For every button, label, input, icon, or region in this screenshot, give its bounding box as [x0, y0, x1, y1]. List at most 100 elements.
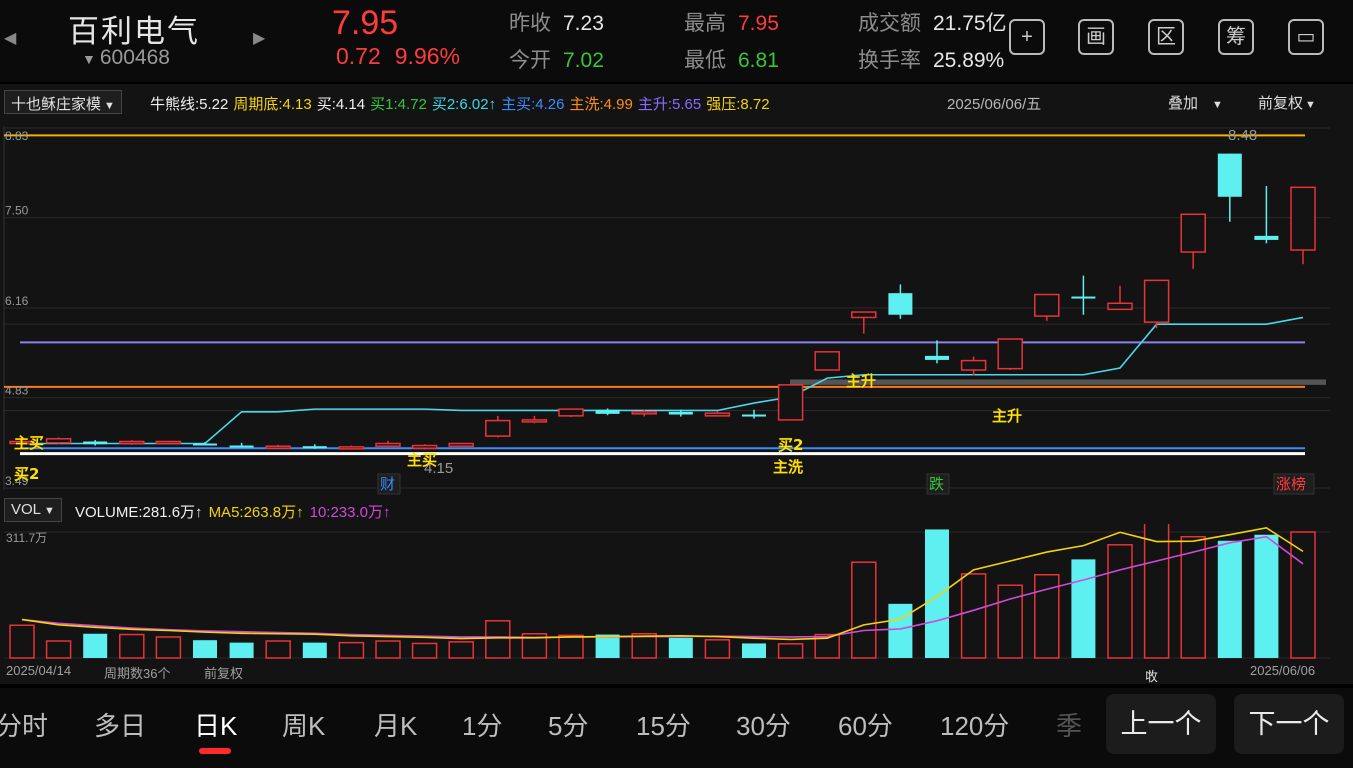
signal-label: 主升: [992, 407, 1022, 425]
tab-15min[interactable]: 15分: [636, 706, 691, 743]
candle-body: [1107, 302, 1133, 311]
volume-bar: [45, 640, 72, 659]
y-tick-label: 6.16: [5, 294, 29, 308]
prev-stock-arrow-icon[interactable]: ◀: [4, 28, 16, 48]
candle-body: [997, 338, 1023, 370]
volume-plot[interactable]: 311.7万: [0, 524, 1353, 660]
volume-bar: [375, 640, 401, 659]
change-percent: 9.96%: [394, 43, 460, 69]
volume-bar: [1254, 534, 1279, 658]
next-button[interactable]: 下一个: [1234, 694, 1344, 754]
next-stock-arrow-icon[interactable]: ▶: [253, 28, 265, 48]
indicator-bar: 十也稣庄家模 ▼ 牛熊线:5.22 周期底:4.13 买:4.14 买1:4.72 买2:…: [0, 84, 1353, 118]
candle-body: [411, 444, 438, 449]
open-label: 今开: [509, 49, 551, 72]
volume-bar: [668, 637, 693, 658]
current-price: 7.95: [332, 4, 399, 42]
volume-bar: [595, 634, 620, 658]
candle-body: [302, 446, 327, 449]
period-count: 周期数36个: [104, 666, 171, 681]
volume-bar: [302, 642, 327, 658]
low: 最低 6.81: [684, 44, 779, 74]
turnover-value: 21.75亿: [933, 12, 1007, 35]
candle-body: [119, 440, 145, 445]
candle-body: [521, 419, 548, 423]
y-tick-label: 8.83: [5, 129, 29, 143]
volume-bar: [888, 603, 913, 658]
signal-label: 买2: [778, 436, 803, 454]
overlay-button[interactable]: 叠加 ▼: [1168, 92, 1223, 113]
low-value: 6.81: [738, 49, 779, 72]
signal-label: 买2: [14, 465, 39, 483]
candle-body: [1034, 293, 1060, 317]
active-tab-indicator: [199, 748, 231, 754]
volume-bar: [119, 633, 145, 659]
tab-quarterly[interactable]: 季: [1056, 706, 1082, 743]
candle-body: [742, 414, 766, 417]
candle-body: [925, 355, 949, 360]
prev-button[interactable]: 上一个: [1106, 694, 1216, 754]
tab-weekly[interactable]: 周K: [282, 706, 325, 743]
volume-bar: [704, 639, 731, 659]
stock-header: ◀ 百利电气 ▼ 600468 ▶ 7.95 0.72 9.96% 昨收 7.23 今…: [0, 0, 1353, 82]
candle-body: [558, 408, 584, 417]
tab-30min[interactable]: 30分: [736, 706, 791, 743]
high-value: 7.95: [738, 12, 779, 35]
volume-bar: [83, 633, 108, 658]
volume-bar: [338, 641, 365, 659]
adjust-button[interactable]: 前复权 ▼: [1258, 92, 1316, 113]
volume-value: VOLUME:281.6万↑: [75, 504, 203, 521]
event-label: 跌: [929, 475, 944, 493]
volume-bar: [925, 529, 949, 658]
volume-bar: [193, 640, 217, 658]
candle-body: [45, 438, 72, 444]
add-watchlist-icon[interactable]: +: [1009, 19, 1045, 55]
overlay-label: 叠加: [1168, 95, 1199, 112]
rate-value: 25.89%: [933, 49, 1005, 72]
indicator-value: 买:4.14: [316, 96, 366, 113]
candle-body: [851, 311, 877, 319]
tab-daily[interactable]: 日K: [194, 706, 237, 743]
kline-plot[interactable]: 8.837.506.164.833.498.484.15主买买2主买买2主洗主升…: [0, 118, 1353, 496]
indicator-values: 牛熊线:5.22 周期底:4.13 买:4.14 买1:4.72 买2:6.02↑ 主买:…: [150, 93, 775, 114]
dropdown-icon: ▼: [104, 100, 115, 112]
tab-multiday[interactable]: 多日: [94, 706, 146, 743]
stock-code[interactable]: ▼ 600468: [82, 46, 170, 70]
tab-monthly[interactable]: 月K: [374, 706, 417, 743]
candle-body: [193, 443, 217, 446]
turnover-rate: 换手率 25.89%: [858, 44, 1004, 74]
indicator-value: 买1:4.72: [370, 96, 427, 113]
volume-select[interactable]: VOL ▼: [4, 498, 62, 522]
tab-intraday[interactable]: 分时: [0, 706, 48, 743]
signal-label: 主买: [14, 434, 44, 452]
landscape-icon[interactable]: ▭: [1288, 19, 1324, 55]
candle-body: [485, 419, 511, 437]
price-change: 0.72 9.96%: [336, 43, 460, 70]
stock-name: 百利电气: [68, 14, 200, 49]
tab-120min[interactable]: 120分: [940, 706, 1009, 743]
tab-60min[interactable]: 60分: [838, 706, 893, 743]
tab-1min[interactable]: 1分: [462, 706, 502, 743]
candle-body: [83, 441, 108, 445]
kline-chart-area[interactable]: 十也稣庄家模 ▼ 牛熊线:5.22 周期底:4.13 买:4.14 买1:4.72 买2:…: [0, 84, 1353, 741]
range-icon[interactable]: 区: [1148, 19, 1184, 55]
tab-5min[interactable]: 5分: [548, 706, 588, 743]
start-date: 2025/04/14: [6, 663, 72, 678]
candle-body: [1143, 279, 1170, 323]
candle-body: [595, 409, 620, 414]
candle-body: [960, 359, 987, 371]
indicator-value: 主升:5.65: [637, 96, 702, 113]
indicator-value: 买2:6.02↑: [431, 96, 497, 113]
prev-close-label: 昨收: [509, 12, 551, 35]
prev-close-value: 7.23: [563, 12, 604, 35]
draw-icon[interactable]: 画: [1078, 19, 1114, 55]
indicator-value: 周期底:4.13: [233, 96, 312, 113]
indicator-select[interactable]: 十也稣庄家模 ▼: [4, 90, 122, 114]
dropdown-icon: ▼: [44, 505, 55, 517]
candle-body: [888, 293, 913, 315]
chips-icon[interactable]: 筹: [1218, 19, 1254, 55]
candle-body: [704, 412, 731, 417]
volume-bar: VOL ▼ VOLUME:281.6万↑ MA5:263.8万↑ 10:233.0万↑: [0, 496, 1353, 524]
volume-value: MA5:263.8万↑: [208, 504, 304, 521]
volume-bar: [265, 640, 291, 659]
